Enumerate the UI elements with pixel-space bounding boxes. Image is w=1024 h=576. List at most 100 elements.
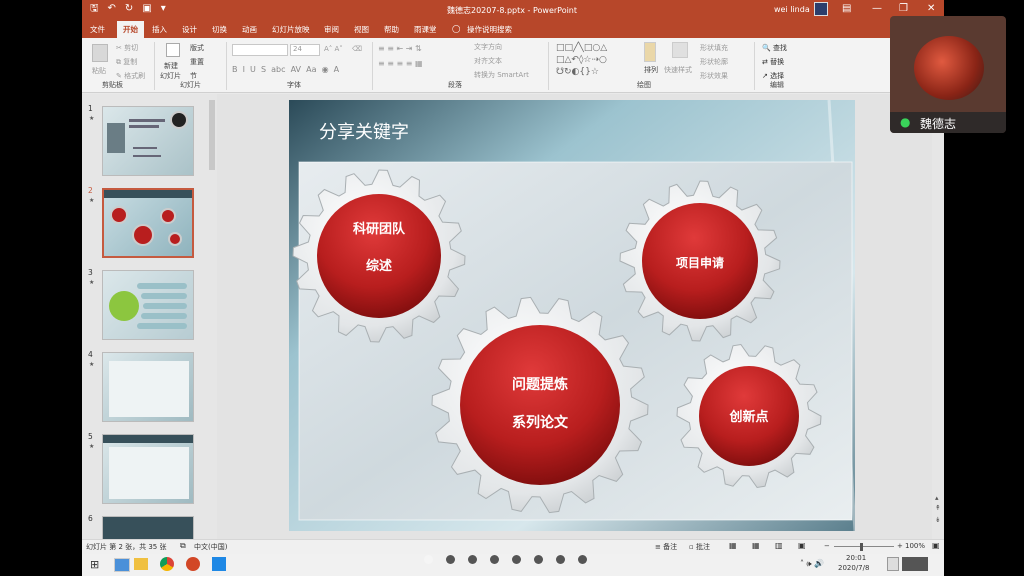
page-dot[interactable]: [534, 555, 543, 564]
page-dot[interactable]: [556, 555, 565, 564]
tab-review[interactable]: 审阅: [324, 24, 339, 35]
page-dot[interactable]: [490, 555, 499, 564]
increase-font-icon[interactable]: A˄ A˅: [324, 45, 343, 53]
customize-qat-icon[interactable]: ▾: [161, 3, 166, 15]
comments-button[interactable]: ▫ 批注: [689, 542, 710, 552]
tab-view[interactable]: 视图: [354, 24, 369, 35]
paste-icon[interactable]: [92, 44, 108, 62]
tab-slideshow[interactable]: 幻灯片放映: [272, 24, 310, 35]
slideshow-icon[interactable]: ▣: [798, 541, 806, 550]
start-from-beginning-icon[interactable]: ▣: [142, 3, 151, 15]
microphone-icon[interactable]: ●: [900, 115, 910, 129]
language-status[interactable]: 中文(中国): [194, 542, 227, 552]
gear-label-team[interactable]: 科研团队: [319, 218, 439, 237]
zoom-level[interactable]: 100%: [905, 542, 925, 550]
find-button[interactable]: 🔍 查找: [762, 43, 787, 53]
gear-label-innovation[interactable]: 创新点: [689, 406, 809, 425]
thumbnail-scrollbar[interactable]: [208, 96, 216, 536]
vertical-scrollbar[interactable]: ▴ ↟ ↡: [932, 94, 944, 539]
ribbon-display-options-icon[interactable]: ▤: [842, 3, 851, 14]
reading-view-icon[interactable]: ▥: [775, 541, 783, 550]
tab-home[interactable]: 开始: [117, 21, 144, 38]
fit-slide-icon[interactable]: ▣: [932, 541, 940, 550]
current-slide[interactable]: 分享关键字 科研团队 综述 项目申请 问题提炼 系列论文 创新点: [289, 100, 855, 531]
tell-me-search[interactable]: 操作说明搜索: [467, 24, 512, 35]
quick-styles-icon[interactable]: [672, 42, 688, 58]
clear-format-icon[interactable]: ⌫: [352, 45, 362, 53]
replace-button[interactable]: ⇄ 替换: [762, 57, 784, 67]
page-dot-active[interactable]: [424, 555, 433, 564]
slide-thumbnail-5[interactable]: [102, 434, 194, 504]
shape-fill-button[interactable]: 形状填充: [700, 43, 728, 53]
align-text-button[interactable]: 对齐文本: [474, 56, 502, 66]
system-tray-icons[interactable]: ˄ 🕪 🔊: [800, 559, 824, 569]
chrome-icon[interactable]: [160, 557, 174, 571]
arrange-icon[interactable]: [644, 42, 656, 62]
clock-time[interactable]: 20:01: [846, 554, 866, 562]
scrollbar-thumb[interactable]: [209, 100, 215, 170]
shape-effects-button[interactable]: 形状效果: [700, 71, 728, 81]
slide-thumbnail-1[interactable]: [102, 106, 194, 176]
gear-label-project[interactable]: 项目申请: [640, 254, 760, 271]
accessibility-icon[interactable]: ⧉: [180, 541, 186, 551]
shape-outline-button[interactable]: 形状轮廓: [700, 57, 728, 67]
windows-start-icon[interactable]: ⊞: [90, 558, 99, 571]
page-dot[interactable]: [512, 555, 521, 564]
cut-button[interactable]: ✂ 剪切: [116, 43, 138, 53]
photos-icon[interactable]: [212, 557, 226, 571]
notification-icon[interactable]: [887, 557, 899, 571]
tab-file[interactable]: 文件: [90, 24, 105, 35]
user-name[interactable]: wei linda: [774, 5, 810, 14]
slide-thumbnail-2[interactable]: [102, 188, 194, 258]
ime-indicator[interactable]: [902, 557, 928, 571]
gear-label-review[interactable]: 综述: [319, 255, 439, 274]
tab-design[interactable]: 设计: [182, 24, 197, 35]
redo-icon[interactable]: ↻: [125, 3, 133, 15]
font-size-select[interactable]: 24: [290, 44, 320, 56]
gear-red-circle[interactable]: [460, 325, 620, 485]
font-name-select[interactable]: [232, 44, 288, 56]
powerpoint-icon[interactable]: [186, 557, 200, 571]
slide-thumbnail-3[interactable]: [102, 270, 194, 340]
layout-button[interactable]: 版式: [190, 43, 204, 53]
clock-date[interactable]: 2020/7/8: [838, 564, 869, 572]
gear-label-problem[interactable]: 问题提炼: [470, 374, 610, 394]
next-slide-icon[interactable]: ↡: [935, 516, 941, 524]
save-icon[interactable]: 🖫: [90, 3, 99, 15]
shapes-gallery[interactable]: □□╱╲□○△ □△↶◊☆⇢○ ☋↻◐{}☆: [556, 42, 636, 78]
list-buttons[interactable]: ≡ ≡ ⇤ ⇥ ⇅: [378, 44, 422, 53]
undo-icon[interactable]: ↶: [108, 3, 116, 15]
maximize-icon[interactable]: ❐: [899, 3, 908, 14]
close-icon[interactable]: ✕: [927, 3, 935, 14]
slide-thumbnail-6[interactable]: [102, 516, 194, 540]
new-slide-label2[interactable]: 幻灯片: [160, 71, 181, 81]
quick-styles-button[interactable]: 快速样式: [664, 65, 692, 75]
file-explorer-icon[interactable]: [134, 558, 148, 570]
page-dot[interactable]: [468, 555, 477, 564]
reset-button[interactable]: 重置: [190, 57, 204, 67]
tab-rain-classroom[interactable]: 雨课堂: [414, 24, 437, 35]
paste-label[interactable]: 粘贴: [92, 66, 106, 76]
minimize-icon[interactable]: —: [872, 3, 882, 14]
prev-slide-icon[interactable]: ↟: [935, 504, 941, 512]
arrange-button[interactable]: 排列: [644, 65, 658, 75]
page-dot[interactable]: [446, 555, 455, 564]
new-slide-icon[interactable]: [166, 43, 180, 57]
tab-animations[interactable]: 动画: [242, 24, 257, 35]
avatar[interactable]: [814, 2, 828, 16]
task-view-icon[interactable]: [114, 558, 130, 572]
participant-video[interactable]: ● 魏德志: [890, 16, 1006, 133]
zoom-slider[interactable]: [834, 546, 894, 547]
previous-slide-icon[interactable]: ▴: [935, 494, 939, 502]
slide-thumbnail-4[interactable]: [102, 352, 194, 422]
align-buttons[interactable]: ≡ ≡ ≡ ≡ ▦: [378, 59, 423, 68]
normal-view-icon[interactable]: ▦: [729, 541, 737, 550]
text-direction-button[interactable]: 文字方向: [474, 42, 502, 52]
page-dot[interactable]: [578, 555, 587, 564]
tab-transitions[interactable]: 切换: [212, 24, 227, 35]
font-style-buttons[interactable]: B I U S abc AV Aa ◉ A: [232, 65, 339, 74]
tab-insert[interactable]: 插入: [152, 24, 167, 35]
zoom-slider-thumb[interactable]: [860, 543, 863, 551]
tab-help[interactable]: 帮助: [384, 24, 399, 35]
gear-label-papers[interactable]: 系列论文: [470, 412, 610, 432]
